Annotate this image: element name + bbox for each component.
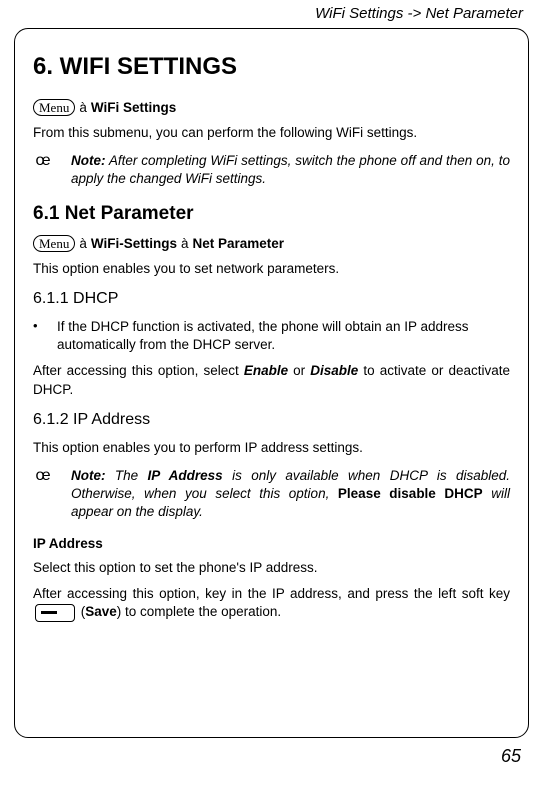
- arrow-icon: à: [79, 100, 87, 115]
- breadcrumb-part2: Net Parameter: [193, 236, 285, 251]
- heading-dhcp: 6.1.1 DHCP: [33, 290, 510, 308]
- heading-wifi-settings: 6. WIFI SETTINGS: [33, 53, 510, 81]
- note-label: Note:: [71, 468, 106, 483]
- subheading-ip-address: IP Address: [33, 536, 510, 551]
- note-text: Note: After completing WiFi settings, sw…: [71, 152, 510, 188]
- ip-intro-paragraph: This option enables you to perform IP ad…: [33, 439, 510, 457]
- keyin-paragraph: After accessing this option, key in the …: [33, 585, 510, 622]
- net-param-paragraph: This option enables you to set network p…: [33, 260, 510, 278]
- menu-pill-icon: Menu: [33, 99, 75, 116]
- breadcrumb-part1: WiFi-Settings: [91, 236, 177, 251]
- note-label: Note:: [71, 153, 106, 168]
- note-block-1: œ Note: After completing WiFi settings, …: [33, 152, 510, 188]
- dhcp-action-paragraph: After accessing this option, select Enab…: [33, 362, 510, 398]
- disable-label: Disable: [310, 363, 358, 378]
- bullet-text: If the DHCP function is activated, the p…: [57, 318, 510, 354]
- save-label: Save: [85, 604, 117, 619]
- select-ip-paragraph: Select this option to set the phone's IP…: [33, 559, 510, 577]
- note-block-2: œ Note: The IP Address is only available…: [33, 467, 510, 522]
- bullet-dhcp: • If the DHCP function is activated, the…: [33, 318, 510, 354]
- softkey-icon: [35, 604, 75, 622]
- content-frame: 6. WIFI SETTINGS Menuà WiFi Settings Fro…: [14, 28, 529, 738]
- heading-ip-address: 6.1.2 IP Address: [33, 411, 510, 429]
- menu-pill-icon: Menu: [33, 235, 75, 252]
- note-marker-icon: œ: [33, 467, 53, 522]
- note-body: After completing WiFi settings, switch t…: [71, 153, 510, 186]
- page-number: 65: [14, 746, 529, 767]
- text: The: [106, 468, 148, 483]
- text: ) to complete the operation.: [117, 604, 281, 619]
- breadcrumb-net-parameter: Menuà WiFi-Settingsà Net Parameter: [33, 235, 510, 252]
- text: After accessing this option, select: [33, 363, 244, 378]
- breadcrumb-tail: WiFi Settings: [91, 100, 176, 115]
- disable-dhcp-bold: Please disable DHCP: [338, 486, 483, 501]
- note-marker-icon: œ: [33, 152, 53, 188]
- heading-net-parameter: 6.1 Net Parameter: [33, 203, 510, 225]
- arrow-icon: à: [79, 236, 87, 251]
- bullet-icon: •: [33, 318, 45, 354]
- page: WiFi Settings -> Net Parameter 6. WIFI S…: [0, 0, 543, 791]
- breadcrumb-wifi-settings: Menuà WiFi Settings: [33, 99, 510, 116]
- enable-label: Enable: [244, 363, 288, 378]
- intro-paragraph: From this submenu, you can perform the f…: [33, 124, 510, 142]
- ip-address-bold: IP Address: [148, 468, 223, 483]
- note-text: Note: The IP Address is only available w…: [71, 467, 510, 522]
- text: or: [288, 363, 310, 378]
- text: After accessing this option, key in the …: [33, 586, 510, 601]
- header-breadcrumb: WiFi Settings -> Net Parameter: [14, 5, 529, 22]
- arrow-icon: à: [181, 236, 189, 251]
